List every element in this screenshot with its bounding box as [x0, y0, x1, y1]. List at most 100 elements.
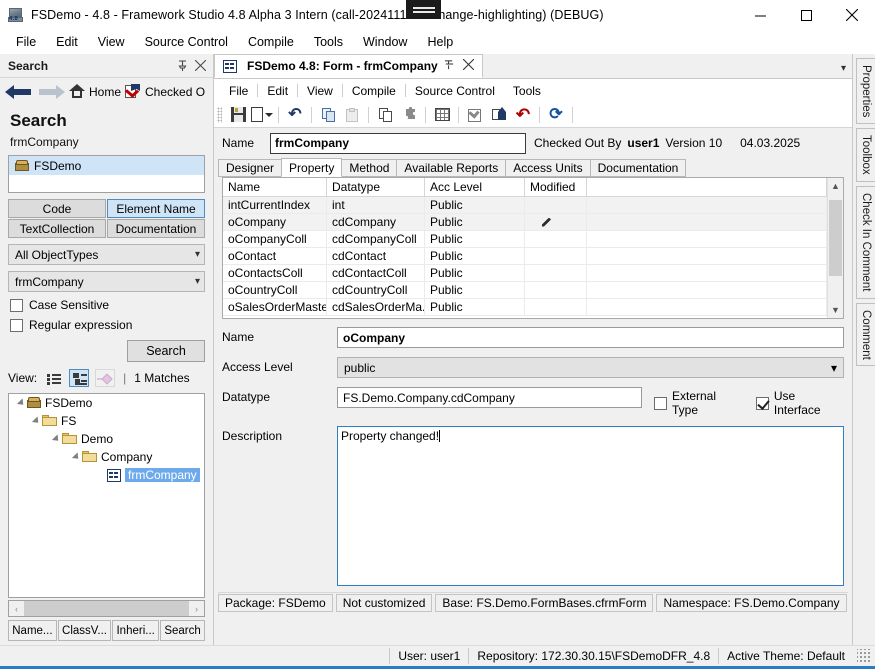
menu-item-tools[interactable]: Tools [304, 32, 353, 52]
doc-menu-item-file[interactable]: File [220, 82, 257, 100]
arrow-back-icon[interactable] [5, 83, 33, 101]
copy-icon[interactable] [317, 104, 339, 126]
tree-view-icon[interactable] [69, 369, 90, 387]
menu-item-help[interactable]: Help [417, 32, 463, 52]
table-row[interactable]: intCurrentIndex int Public [223, 197, 827, 214]
name-input[interactable]: frmCompany [270, 132, 526, 154]
search-button[interactable]: Search [127, 340, 205, 362]
tab-classview[interactable]: ClassV... [57, 620, 112, 641]
detail-name-input[interactable]: oCompany [337, 327, 844, 348]
tab-toolbox[interactable]: Toolbox [856, 128, 875, 183]
doc-menu-item-tools[interactable]: Tools [504, 82, 550, 100]
search-input[interactable]: frmCompany ▾ [8, 271, 205, 292]
list-item[interactable]: FSDemo [9, 156, 204, 175]
checked-out-button[interactable]: Checked O [124, 84, 205, 99]
doc-menu-item-edit[interactable]: Edit [258, 82, 297, 100]
table-row[interactable]: oCompany cdCompany Public [223, 214, 827, 231]
column-header-datatype[interactable]: Datatype [327, 178, 425, 196]
close-icon[interactable] [462, 58, 475, 73]
list-view-icon[interactable] [43, 369, 63, 387]
scope-button-textcollection[interactable]: TextCollection [8, 219, 106, 238]
tree-node-demo[interactable]: Demo [9, 430, 204, 448]
table-row[interactable]: oCompanyColl cdCompanyColl Public [223, 231, 827, 248]
doc-menu-item-view[interactable]: View [298, 82, 342, 100]
tab-available-reports[interactable]: Available Reports [396, 159, 507, 177]
tree-horizontal-scrollbar[interactable]: ‹ › [8, 600, 205, 617]
document-tab-frmcompany[interactable]: FSDemo 4.8: Form - frmCompany [214, 54, 483, 78]
menu-item-edit[interactable]: Edit [46, 32, 88, 52]
plugin-icon[interactable] [398, 104, 420, 126]
regular-expression-checkbox[interactable]: Regular expression [10, 318, 205, 332]
scrollbar-thumb[interactable] [24, 601, 189, 616]
scrollbar-thumb[interactable] [829, 200, 842, 276]
resize-grip[interactable] [857, 649, 871, 663]
menu-item-source-control[interactable]: Source Control [135, 32, 238, 52]
doc-menu-item-compile[interactable]: Compile [343, 82, 405, 100]
expander-icon[interactable] [70, 452, 82, 462]
search-result-tree[interactable]: FSDemo FS Demo Company frmCompany [8, 393, 205, 598]
tab-search[interactable]: Search [160, 620, 206, 641]
search-results-list[interactable]: FSDemo [8, 155, 205, 193]
grid-vertical-scrollbar[interactable]: ▲ ▼ [827, 178, 843, 318]
new-document-icon[interactable] [251, 104, 273, 126]
column-header-modified[interactable]: Modified [525, 178, 587, 196]
diagram-view-icon[interactable] [95, 369, 116, 387]
scroll-up-icon[interactable]: ▲ [828, 178, 843, 194]
check-icon[interactable] [464, 104, 486, 126]
scroll-down-icon[interactable]: ▼ [828, 302, 843, 318]
tree-node-fs[interactable]: FS [9, 412, 204, 430]
close-icon[interactable] [191, 57, 209, 75]
undo-icon[interactable]: ↶ [284, 104, 306, 126]
tab-namespaces[interactable]: Name... [8, 620, 57, 641]
tab-access-units[interactable]: Access Units [505, 159, 591, 177]
duplicate-icon[interactable] [374, 104, 396, 126]
toolbar-grip[interactable] [217, 106, 222, 123]
menu-item-view[interactable]: View [88, 32, 135, 52]
home-button[interactable]: Home [69, 84, 121, 99]
case-sensitive-checkbox[interactable]: Case Sensitive [10, 298, 205, 312]
table-row[interactable]: oContactsColl cdContactColl Public [223, 265, 827, 282]
minimize-button[interactable] [737, 0, 783, 30]
tab-documentation[interactable]: Documentation [589, 159, 687, 177]
scope-button-code[interactable]: Code [8, 199, 106, 218]
column-header-name[interactable]: Name [223, 178, 327, 196]
tab-comment[interactable]: Comment [856, 302, 875, 367]
scope-button-documentation[interactable]: Documentation [107, 219, 205, 238]
menu-item-compile[interactable]: Compile [238, 32, 304, 52]
tab-designer[interactable]: Designer [218, 159, 283, 177]
scroll-left-icon[interactable]: ‹ [9, 601, 24, 616]
external-type-checkbox[interactable]: External Type [654, 387, 744, 417]
tab-method[interactable]: Method [341, 159, 398, 177]
expander-icon[interactable] [15, 398, 27, 408]
tree-node-company[interactable]: Company [9, 448, 204, 466]
column-header-blank[interactable] [587, 178, 827, 196]
tab-properties[interactable]: Properties [856, 58, 875, 125]
expander-icon[interactable] [30, 416, 42, 426]
revert-icon[interactable]: ↶ [512, 104, 534, 126]
objecttype-select[interactable]: All ObjectTypes ▾ [8, 244, 205, 265]
property-grid[interactable]: Name Datatype Acc Level Modified intCurr… [222, 177, 844, 319]
tab-property[interactable]: Property [281, 158, 343, 177]
close-button[interactable] [829, 0, 875, 30]
tree-node-fsdemo[interactable]: FSDemo [9, 394, 204, 412]
tree-node-frmcompany[interactable]: frmCompany [9, 466, 204, 484]
tab-check-in-comment[interactable]: Check In Comment [856, 186, 875, 299]
check-in-icon[interactable] [488, 104, 510, 126]
column-header-acc-level[interactable]: Acc Level [425, 178, 525, 196]
chevron-down-icon[interactable]: ▾ [841, 63, 846, 74]
detail-access-level-select[interactable]: public ▾ [337, 357, 844, 378]
menu-item-window[interactable]: Window [353, 32, 417, 52]
save-icon[interactable] [227, 104, 249, 126]
use-interface-checkbox[interactable]: Use Interface [755, 387, 844, 417]
description-textarea[interactable]: Property changed! [337, 426, 844, 586]
scope-button-element-name[interactable]: Element Name [107, 199, 205, 218]
table-row[interactable]: oSalesOrderMaster cdSalesOrderMa... Publ… [223, 299, 827, 316]
expander-icon[interactable] [50, 434, 62, 444]
maximize-button[interactable] [783, 0, 829, 30]
pin-icon[interactable] [444, 59, 455, 73]
arrow-forward-icon[interactable] [37, 83, 65, 101]
doc-menu-item-source-control[interactable]: Source Control [406, 82, 504, 100]
refresh-icon[interactable]: ⟳ [545, 104, 567, 126]
detail-datatype-input[interactable]: FS.Demo.Company.cdCompany [337, 387, 642, 408]
tab-inheritance[interactable]: Inheri... [112, 620, 160, 641]
